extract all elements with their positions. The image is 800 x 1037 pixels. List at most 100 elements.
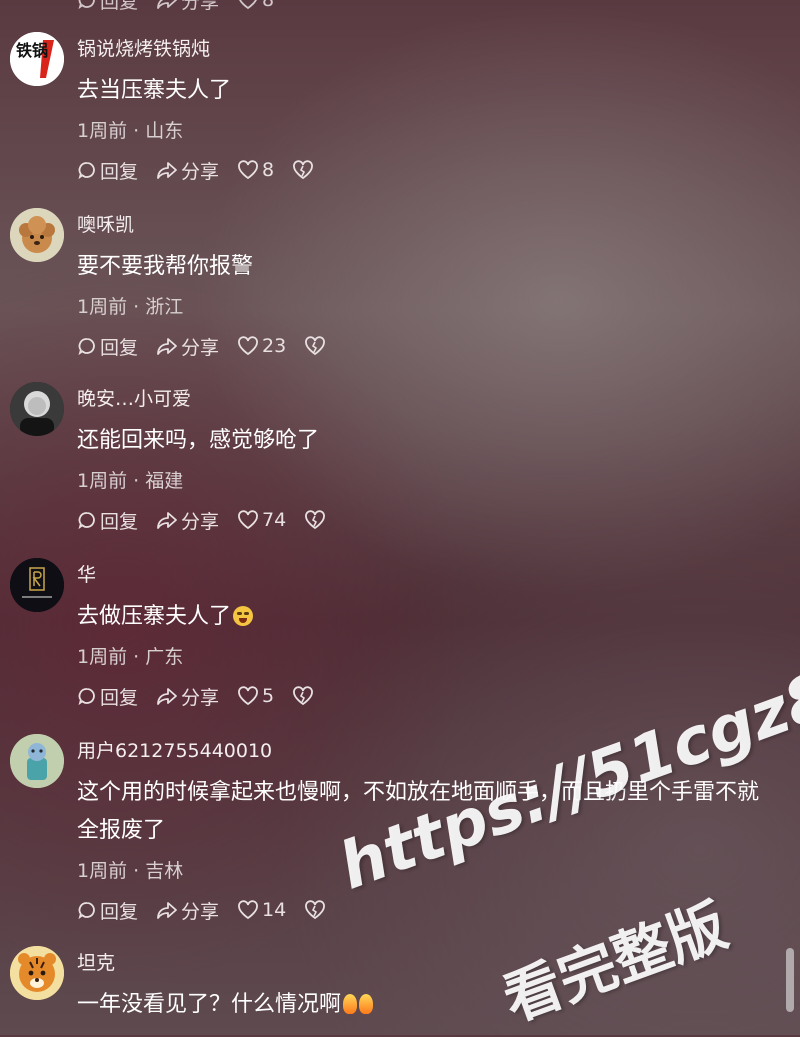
comment-meta: 1周前 · 福建 bbox=[77, 466, 183, 493]
watermark-url: https://51cgz8.com bbox=[330, 598, 800, 905]
comment-text-content: 一年没看见了？什么情况啊 bbox=[77, 992, 342, 1017]
fire-emoji-icon bbox=[359, 994, 374, 1014]
comment-time: 1周前 bbox=[77, 470, 128, 492]
like-button[interactable]: 8 bbox=[237, 0, 274, 11]
avatar[interactable] bbox=[10, 208, 64, 262]
avatar[interactable]: 铁锅 bbox=[10, 32, 64, 86]
comment-location: 福建 bbox=[145, 470, 184, 492]
like-count: 14 bbox=[262, 899, 287, 921]
avatar-logo-icon: 铁锅 bbox=[10, 32, 64, 86]
share-button[interactable]: 分享 bbox=[156, 333, 219, 360]
laugh-cry-emoji-icon bbox=[233, 606, 254, 626]
tiger-avatar-icon bbox=[10, 946, 64, 1000]
share-label: 分享 bbox=[181, 900, 220, 923]
comment-location: 吉林 bbox=[145, 860, 184, 882]
dislike-button[interactable] bbox=[292, 686, 314, 706]
poodle-avatar-icon bbox=[10, 208, 64, 262]
comment-username[interactable]: 锅说烧烤铁锅炖 bbox=[77, 34, 210, 61]
comment-meta: 1周前 · 广东 bbox=[77, 642, 183, 669]
share-icon bbox=[157, 512, 177, 529]
comment-actions: 回复 分享 5 bbox=[77, 682, 332, 710]
reply-button[interactable]: 回复 bbox=[77, 897, 138, 924]
reply-label: 回复 bbox=[100, 900, 139, 923]
comment-text: 去当压寨夫人了 bbox=[77, 78, 232, 103]
comment-text: 一年没看见了？什么情况啊 bbox=[77, 986, 777, 1024]
dislike-button[interactable] bbox=[304, 510, 326, 530]
share-label: 分享 bbox=[181, 510, 220, 533]
share-button[interactable]: 分享 bbox=[156, 0, 219, 14]
reply-button[interactable]: 回复 bbox=[77, 157, 138, 184]
reply-label: 回复 bbox=[100, 160, 139, 183]
like-count: 8 bbox=[262, 159, 275, 181]
avatar[interactable] bbox=[10, 558, 64, 612]
reply-button[interactable]: 回复 bbox=[77, 333, 138, 360]
heart-icon bbox=[238, 160, 258, 180]
share-label: 分享 bbox=[181, 0, 220, 13]
heart-icon bbox=[238, 510, 258, 530]
share-label: 分享 bbox=[181, 336, 220, 359]
comment-username[interactable]: 华 bbox=[77, 560, 96, 587]
share-label: 分享 bbox=[181, 160, 220, 183]
comment-username[interactable]: 晚安…小可爱 bbox=[77, 384, 191, 411]
dislike-button[interactable] bbox=[304, 336, 326, 356]
share-button[interactable]: 分享 bbox=[156, 507, 219, 534]
heart-icon bbox=[238, 900, 258, 920]
dislike-button[interactable] bbox=[304, 900, 326, 920]
share-icon bbox=[157, 162, 177, 179]
comment-actions: 回复 分享 8 bbox=[77, 156, 332, 184]
reply-button[interactable]: 回复 bbox=[77, 507, 138, 534]
share-icon bbox=[157, 0, 177, 9]
scrollbar[interactable] bbox=[786, 948, 794, 1012]
comment-text: 要不要我帮你报警 bbox=[77, 254, 254, 279]
reply-label: 回复 bbox=[100, 686, 139, 709]
comment-time: 1周前 bbox=[77, 296, 128, 318]
meta-separator: · bbox=[133, 646, 146, 668]
comment-username[interactable]: 噢咊凯 bbox=[77, 210, 134, 237]
broken-heart-icon bbox=[305, 510, 326, 530]
share-icon bbox=[157, 688, 177, 705]
reply-icon bbox=[78, 902, 95, 920]
reply-icon bbox=[78, 0, 95, 10]
comment-username[interactable]: 坦克 bbox=[77, 948, 115, 975]
comment-time: 1周前 bbox=[77, 120, 128, 142]
cartoon-avatar-icon bbox=[10, 734, 64, 788]
like-count: 23 bbox=[262, 335, 287, 357]
avatar[interactable] bbox=[10, 382, 64, 436]
like-button[interactable]: 8 bbox=[237, 159, 274, 181]
share-icon bbox=[157, 902, 177, 919]
reply-button[interactable]: 回复 bbox=[77, 683, 138, 710]
comment-location: 浙江 bbox=[145, 296, 184, 318]
reply-button[interactable]: 回复 bbox=[77, 0, 138, 14]
comment-text-content: 去做压寨夫人了 bbox=[77, 604, 232, 629]
like-button[interactable]: 14 bbox=[237, 899, 286, 921]
like-button[interactable]: 5 bbox=[237, 685, 274, 707]
like-button[interactable]: 23 bbox=[237, 335, 286, 357]
like-count: 8 bbox=[262, 0, 275, 11]
reply-label: 回复 bbox=[100, 0, 139, 13]
heart-icon bbox=[238, 686, 258, 706]
reply-icon bbox=[78, 338, 95, 356]
like-count: 5 bbox=[262, 685, 275, 707]
share-button[interactable]: 分享 bbox=[156, 897, 219, 924]
meta-separator: · bbox=[133, 470, 146, 492]
dislike-button[interactable] bbox=[292, 160, 314, 180]
fire-emoji-icon bbox=[343, 994, 358, 1014]
heart-icon bbox=[239, 0, 257, 10]
share-button[interactable]: 分享 bbox=[156, 157, 219, 184]
avatar[interactable] bbox=[10, 734, 64, 788]
meta-separator: · bbox=[133, 296, 146, 318]
share-button[interactable]: 分享 bbox=[156, 683, 219, 710]
comment-actions-partial: 回复 分享 8 bbox=[77, 0, 292, 14]
reply-icon bbox=[78, 688, 95, 706]
share-label: 分享 bbox=[181, 686, 220, 709]
reply-icon bbox=[78, 512, 95, 530]
heart-icon bbox=[238, 336, 258, 356]
like-button[interactable]: 74 bbox=[237, 509, 286, 531]
reply-label: 回复 bbox=[100, 510, 139, 533]
comment-meta: 1周前 · 浙江 bbox=[77, 292, 183, 319]
broken-heart-icon bbox=[305, 900, 326, 920]
meta-separator: · bbox=[133, 120, 146, 142]
avatar[interactable] bbox=[10, 946, 64, 1000]
comment-username[interactable]: 用户6212755440010 bbox=[77, 736, 272, 763]
comment-location: 广东 bbox=[145, 646, 184, 668]
